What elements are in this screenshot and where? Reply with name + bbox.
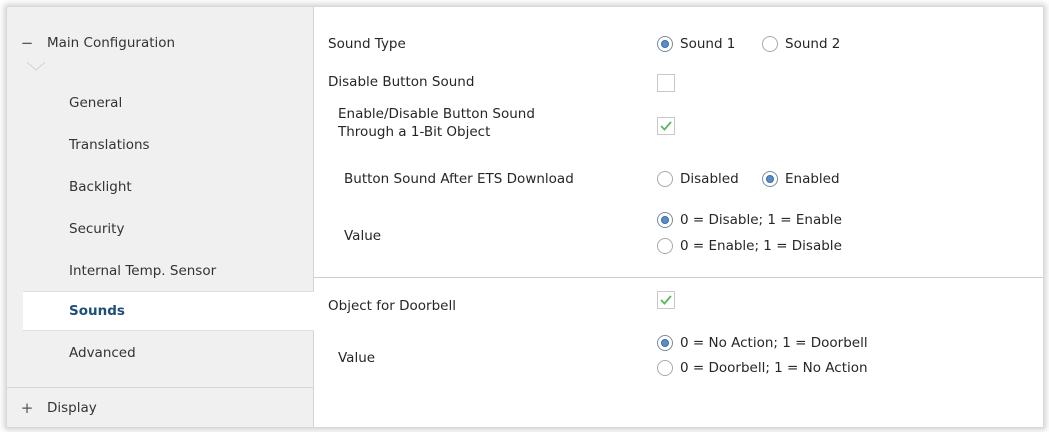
sidebar-item-label: Security [69, 221, 125, 237]
after-download-label: Button Sound After ETS Download [344, 171, 574, 187]
label-line: Through a 1-Bit Object [338, 124, 491, 140]
section-divider [314, 277, 1043, 278]
enable-disable-object-checkbox[interactable] [657, 117, 675, 135]
value2-option-1[interactable]: 0 = No Action; 1 = Doorbell [657, 335, 868, 351]
value-label: Value [344, 228, 382, 244]
value1-option-2[interactable]: 0 = Enable; 1 = Disable [657, 238, 842, 254]
display-group[interactable]: + Display [7, 387, 313, 427]
option-label: Enabled [785, 171, 840, 187]
sidebar-item-general[interactable]: General [23, 83, 313, 123]
sidebar-item-backlight[interactable]: Backlight [23, 167, 313, 207]
after-download-option-enabled[interactable]: Enabled [762, 171, 840, 187]
radio-unselected-icon[interactable] [657, 238, 673, 254]
enable-disable-object-label: Enable/Disable Button Sound Through a 1-… [338, 105, 535, 141]
sidebar-item-label: Advanced [69, 345, 136, 361]
group-label: Display [47, 399, 97, 416]
sidebar-item-label: Internal Temp. Sensor [69, 263, 217, 279]
doorbell-object-label: Object for Doorbell [328, 298, 456, 314]
radio-unselected-icon[interactable] [657, 171, 673, 187]
sidebar-item-security[interactable]: Security [23, 209, 313, 249]
main-configuration-group[interactable]: − Main Configuration [7, 23, 313, 63]
radio-selected-icon[interactable] [657, 212, 673, 228]
sound-type-option-2[interactable]: Sound 2 [762, 36, 840, 52]
sidebar-item-advanced[interactable]: Advanced [23, 333, 313, 373]
sidebar-item-label: Translations [69, 137, 150, 153]
option-label: Sound 2 [785, 36, 841, 52]
sidebar-item-label: Backlight [69, 179, 132, 195]
sidebar-item-sounds[interactable]: Sounds [23, 291, 314, 331]
expand-icon[interactable]: + [7, 399, 47, 417]
sidebar-item-label: Sounds [69, 303, 125, 319]
option-label: 0 = Enable; 1 = Disable [680, 238, 842, 254]
radio-unselected-icon[interactable] [762, 36, 778, 52]
parameters-panel: Sound Type Sound 1 Sound 2 Disable Butto… [314, 7, 1043, 427]
option-label: 0 = Doorbell; 1 = No Action [680, 360, 868, 376]
disable-button-sound-checkbox[interactable] [657, 74, 675, 92]
checkmark-icon [660, 121, 672, 131]
label-line: Enable/Disable Button Sound [338, 106, 535, 122]
option-label: Disabled [680, 171, 739, 187]
sidebar-item-translations[interactable]: Translations [23, 125, 313, 165]
radio-selected-icon[interactable] [762, 171, 778, 187]
value-label: Value [338, 350, 376, 366]
sound-type-option-1[interactable]: Sound 1 [657, 36, 735, 52]
group-label: Main Configuration [47, 35, 176, 51]
value2-option-2[interactable]: 0 = Doorbell; 1 = No Action [657, 360, 868, 376]
option-label: 0 = Disable; 1 = Enable [680, 212, 842, 228]
doorbell-object-checkbox[interactable] [657, 291, 675, 309]
option-label: Sound 1 [680, 36, 736, 52]
tree-connector-icon [27, 62, 45, 71]
option-label: 0 = No Action; 1 = Doorbell [680, 335, 868, 351]
app-window: − Main Configuration General Translation… [6, 6, 1044, 428]
sidebar: − Main Configuration General Translation… [7, 7, 314, 427]
value1-option-1[interactable]: 0 = Disable; 1 = Enable [657, 212, 842, 228]
sidebar-item-internal-temp-sensor[interactable]: Internal Temp. Sensor [23, 251, 313, 291]
sidebar-item-label: General [69, 95, 123, 111]
radio-unselected-icon[interactable] [657, 360, 673, 376]
radio-selected-icon[interactable] [657, 335, 673, 351]
disable-button-sound-label: Disable Button Sound [328, 74, 475, 90]
sound-type-label: Sound Type [328, 36, 406, 52]
after-download-option-disabled[interactable]: Disabled [657, 171, 739, 187]
radio-selected-icon[interactable] [657, 36, 673, 52]
collapse-icon[interactable]: − [7, 34, 47, 52]
checkmark-icon [660, 295, 672, 305]
